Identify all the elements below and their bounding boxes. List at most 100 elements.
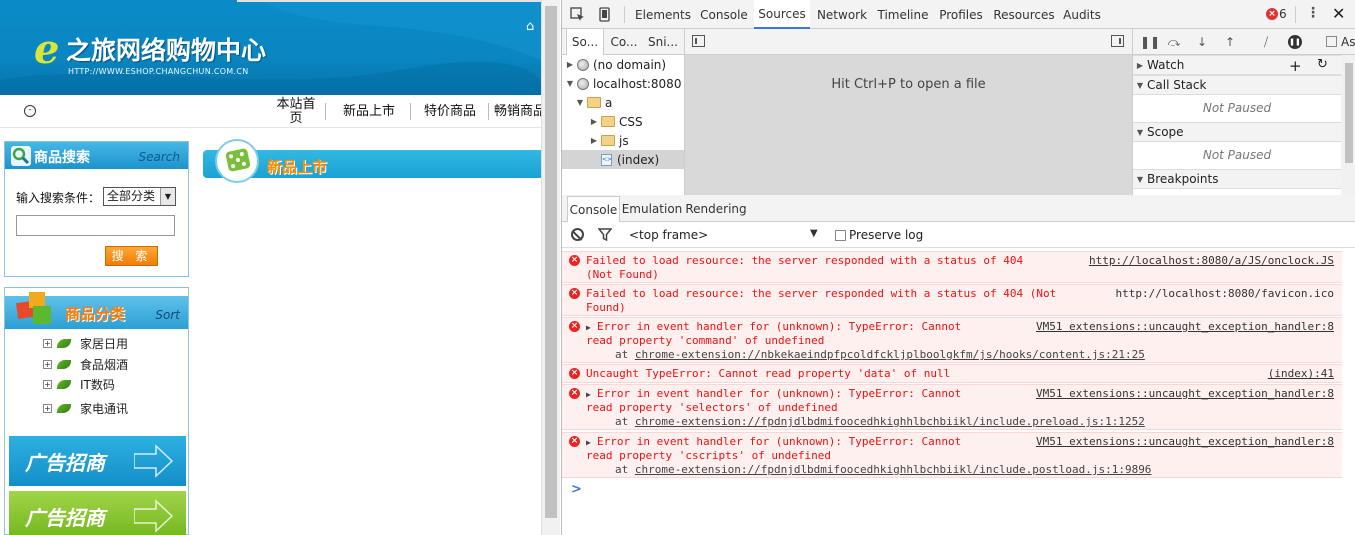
- tab-network[interactable]: Network: [814, 0, 870, 29]
- console-error-message[interactable]: × Failed to load resource: the server re…: [562, 284, 1342, 316]
- close-devtools-icon[interactable]: ✕: [1332, 4, 1345, 23]
- console-scrollbar[interactable]: [1342, 248, 1355, 535]
- console-error-message[interactable]: × ▶ Error in event handler for (unknown)…: [562, 317, 1342, 363]
- call-stack-section-header[interactable]: ▼ Call Stack: [1133, 75, 1341, 95]
- tab-rendering[interactable]: Rendering: [685, 196, 746, 222]
- expand-plus-icon[interactable]: +: [43, 359, 52, 369]
- expand-arrow-icon[interactable]: ▶: [586, 320, 591, 335]
- error-source-link[interactable]: http://localhost:8080/favicon.ico: [1115, 287, 1334, 301]
- frame-selector[interactable]: <top frame>: [629, 228, 708, 242]
- dropdown-arrow-icon[interactable]: ▼: [810, 228, 818, 239]
- error-icon: ×: [569, 368, 580, 379]
- watch-section-header[interactable]: ▶ Watch + ↻: [1133, 55, 1341, 75]
- category-item[interactable]: + 家居日用: [43, 335, 183, 351]
- step-over-icon[interactable]: ⤼: [1167, 35, 1181, 49]
- stack-frame-link[interactable]: chrome-extension://fpdnjdlbdmifoocedhkig…: [635, 463, 1152, 476]
- nav-best-sellers[interactable]: 畅销商品: [494, 95, 541, 128]
- refresh-icon[interactable]: ↻: [1317, 57, 1328, 72]
- tab-sources[interactable]: Sources: [754, 0, 810, 29]
- deactivate-breakpoints-icon[interactable]: ⧸: [1259, 35, 1273, 49]
- tab-console-drawer[interactable]: Console: [567, 196, 620, 222]
- console-prompt[interactable]: >: [571, 482, 582, 497]
- step-into-icon[interactable]: ↓: [1195, 35, 1209, 49]
- scope-section-header[interactable]: ▼ Scope: [1133, 122, 1341, 142]
- toggle-debugger-icon[interactable]: [1111, 35, 1124, 47]
- pause-on-exceptions-icon[interactable]: ❚❚: [1288, 35, 1302, 49]
- expand-arrow-icon[interactable]: ▶: [589, 117, 599, 126]
- expand-plus-icon[interactable]: +: [43, 403, 52, 413]
- tab-timeline[interactable]: Timeline: [875, 0, 931, 29]
- breakpoints-section-header[interactable]: ▼ Breakpoints: [1133, 169, 1341, 189]
- nav-new-products[interactable]: 新品上市: [340, 95, 398, 128]
- error-count[interactable]: 6: [1279, 7, 1287, 21]
- tab-emulation[interactable]: Emulation: [622, 196, 683, 222]
- tab-console[interactable]: Console: [696, 0, 752, 29]
- tab-content-scripts[interactable]: Co...: [606, 29, 642, 55]
- category-item[interactable]: + 家电通讯: [43, 400, 183, 416]
- error-icon[interactable]: ×: [1266, 8, 1278, 20]
- tree-item-no-domain[interactable]: ▶ (no domain): [562, 55, 684, 74]
- add-icon[interactable]: +: [1289, 57, 1302, 75]
- device-mode-icon[interactable]: [597, 7, 612, 22]
- filter-icon[interactable]: [598, 228, 612, 241]
- pause-icon[interactable]: ❚❚: [1140, 35, 1160, 49]
- ad-banner[interactable]: 广告招商: [9, 491, 186, 535]
- tab-elements[interactable]: Elements: [632, 0, 694, 29]
- inspect-element-icon[interactable]: [570, 7, 585, 22]
- console-error-message[interactable]: × ▶ Error in event handler for (unknown)…: [562, 432, 1342, 478]
- collapse-arrow-icon[interactable]: ▼: [575, 98, 585, 107]
- expand-plus-icon[interactable]: +: [43, 379, 52, 389]
- category-select[interactable]: 全部分类 ▼: [103, 187, 176, 206]
- nav-circle-icon[interactable]: -: [24, 105, 36, 117]
- stack-frame-link[interactable]: chrome-extension://nbkekaeindpfpcoldfckl…: [635, 348, 1145, 361]
- tab-sources-nav[interactable]: So...: [566, 29, 604, 55]
- open-file-hint: Hit Ctrl+P to open a file: [831, 77, 986, 92]
- tab-audits[interactable]: Audits: [1059, 0, 1105, 29]
- nav-special-offers[interactable]: 特价商品: [421, 95, 479, 128]
- more-options-icon[interactable]: ⋮: [1306, 5, 1320, 21]
- console-error-message[interactable]: × Uncaught TypeError: Cannot read proper…: [562, 364, 1342, 383]
- expand-arrow-icon[interactable]: ▶: [565, 60, 575, 69]
- error-source-link[interactable]: http://localhost:8080/a/JS/onclock.JS: [1089, 254, 1334, 268]
- tree-item-localhost[interactable]: ▼ localhost:8080: [562, 74, 684, 93]
- category-item[interactable]: + IT数码: [43, 376, 183, 392]
- search-button[interactable]: 搜 索: [105, 246, 158, 266]
- expand-plus-icon[interactable]: +: [43, 338, 52, 348]
- page-scrollbar[interactable]: [541, 0, 560, 535]
- tab-resources[interactable]: Resources: [993, 0, 1055, 29]
- tree-item-index[interactable]: <> (index): [562, 150, 684, 169]
- expand-arrow-icon[interactable]: ▶: [586, 435, 591, 450]
- console-error-message[interactable]: × Failed to load resource: the server re…: [562, 251, 1342, 283]
- clear-console-icon[interactable]: [571, 228, 584, 241]
- error-text-line-1: Error in event handler for (unknown): Ty…: [597, 320, 962, 333]
- preserve-log-checkbox[interactable]: [835, 230, 846, 241]
- tree-item-folder-js[interactable]: ▶ js: [562, 131, 684, 150]
- category-item[interactable]: + 食品烟酒: [43, 356, 183, 372]
- tree-item-folder-a[interactable]: ▼ a: [562, 93, 684, 112]
- stack-frame-link[interactable]: chrome-extension://fpdnjdlbdmifoocedhkig…: [635, 415, 1145, 428]
- tab-profiles[interactable]: Profiles: [934, 0, 988, 29]
- site-logo-title[interactable]: 之旅网络购物中心: [66, 36, 266, 66]
- ad-banner[interactable]: 广告招商: [9, 436, 186, 486]
- console-error-message[interactable]: × ▶ Error in event handler for (unknown)…: [562, 384, 1342, 430]
- error-source-link[interactable]: VM51 extensions::uncaught_exception_hand…: [1036, 387, 1334, 401]
- toggle-navigator-icon[interactable]: [692, 35, 705, 47]
- page-scrollbar-thumb[interactable]: [545, 6, 557, 518]
- home-icon[interactable]: ⌂: [526, 20, 540, 34]
- expand-arrow-icon[interactable]: ▶: [586, 387, 591, 402]
- debugger-scrollbar-thumb[interactable]: [1345, 63, 1353, 163]
- collapse-arrow-icon[interactable]: ▼: [565, 79, 575, 88]
- error-source-link[interactable]: VM51 extensions::uncaught_exception_hand…: [1036, 435, 1334, 449]
- step-out-icon[interactable]: ↑: [1223, 35, 1237, 49]
- tab-snippets[interactable]: Sni...: [644, 29, 682, 55]
- error-icon: ×: [569, 255, 580, 266]
- tree-item-folder-css[interactable]: ▶ CSS: [562, 112, 684, 131]
- nav-home[interactable]: 本站首页: [275, 95, 317, 128]
- error-source-link[interactable]: (index):41: [1268, 367, 1334, 381]
- search-input[interactable]: [16, 215, 175, 236]
- expand-arrow-icon[interactable]: ▶: [589, 136, 599, 145]
- sources-navigator: So... Co... Sni... ▶ (no domain) ▼ local…: [562, 29, 685, 195]
- debugger-scrollbar[interactable]: [1341, 55, 1355, 195]
- error-source-link[interactable]: VM51 extensions::uncaught_exception_hand…: [1036, 320, 1334, 334]
- async-checkbox[interactable]: [1326, 36, 1337, 47]
